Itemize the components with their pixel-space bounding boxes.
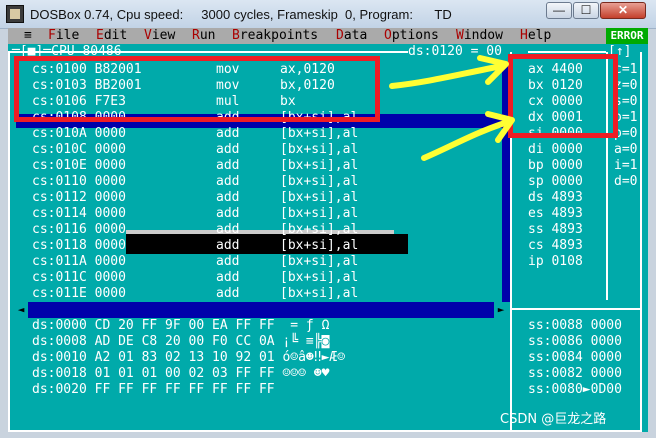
annotation-arrows [389, 55, 515, 161]
watermark: CSDN @巨龙之路 [500, 412, 607, 427]
